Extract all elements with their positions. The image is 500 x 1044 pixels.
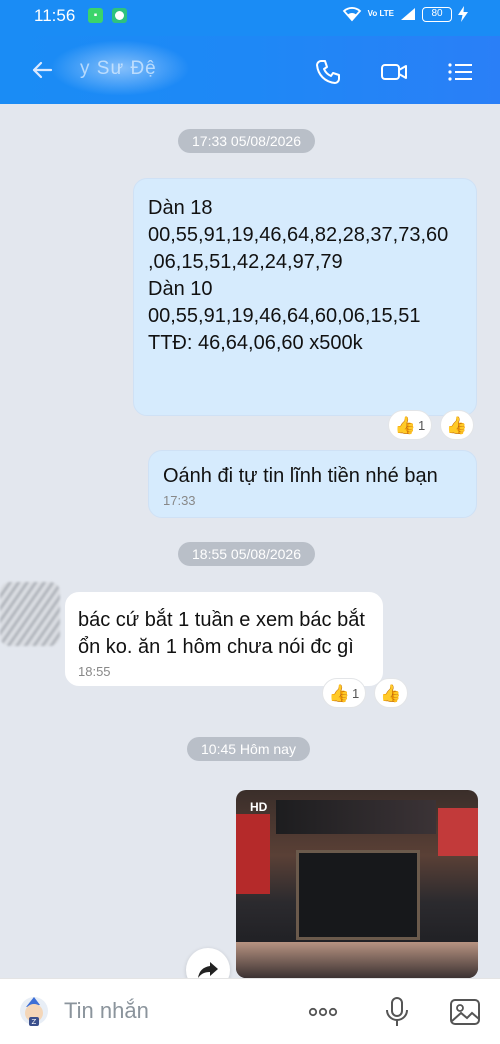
photo-detail xyxy=(276,800,436,834)
status-bar: 11:56 ▪ Vo LTE 80 xyxy=(0,0,500,36)
message-text: Oánh đi tự tin lĩnh tiền nhé bạn xyxy=(163,465,438,487)
hd-badge: HD xyxy=(250,800,268,814)
wifi-icon xyxy=(342,7,361,22)
message-input[interactable] xyxy=(64,995,264,1027)
photo-message[interactable]: HD xyxy=(236,790,478,978)
date-separator: 18:55 05/08/2026 xyxy=(178,542,315,566)
date-separator: 10:45 Hôm nay xyxy=(187,737,310,761)
network-label: Vo LTE xyxy=(367,9,394,18)
video-call-icon[interactable] xyxy=(380,58,408,86)
message-line: Dàn 10 xyxy=(148,278,213,300)
sticker-icon[interactable]: Z xyxy=(16,993,52,1029)
signal-icon xyxy=(401,8,415,20)
photo-detail xyxy=(236,942,478,978)
avatar[interactable] xyxy=(0,582,60,646)
reaction-count: 1 xyxy=(351,685,360,701)
reaction-summary[interactable]: 👍 1 xyxy=(322,678,366,708)
message-time: 18:55 xyxy=(78,664,111,679)
message-line: ,06,15,51,42,24,97,79 xyxy=(148,251,343,273)
message-line: 00,55,91,19,46,64,82,28,37,73,60 xyxy=(148,224,449,246)
message-input-bar: Z xyxy=(0,978,500,1044)
reaction-summary[interactable]: 👍 1 xyxy=(388,410,432,440)
status-indicators: Vo LTE 80 xyxy=(342,6,468,22)
share-arrow-icon xyxy=(198,962,218,978)
photo-detail xyxy=(236,814,270,894)
more-options-icon[interactable] xyxy=(306,995,340,1029)
thumbs-up-icon: 👍 xyxy=(328,683,350,703)
message-line: 00,55,91,19,46,64,60,06,15,51 xyxy=(148,305,421,327)
battery-indicator: 80 xyxy=(422,6,452,22)
message-line: Dàn 18 xyxy=(148,197,213,219)
reaction-count: 1 xyxy=(417,417,426,433)
back-arrow-icon[interactable] xyxy=(30,58,54,82)
menu-list-icon[interactable] xyxy=(446,58,474,86)
message-line: TTĐ: 46,64,06,60 x500k xyxy=(148,332,363,354)
photo-detail xyxy=(296,850,420,940)
message-bubble-outgoing[interactable]: Oánh đi tự tin lĩnh tiền nhé bạn 17:33 xyxy=(148,450,477,518)
message-bubble-incoming[interactable]: bác cứ bắt 1 tuần e xem bác bắt ổn ko. ă… xyxy=(65,592,383,686)
message-line: ổn ko. ăn 1 hôm chưa nói đc gì xyxy=(78,636,354,658)
gallery-icon[interactable] xyxy=(448,995,482,1029)
date-separator: 17:33 05/08/2026 xyxy=(178,129,315,153)
thumbs-up-icon: 👍 xyxy=(446,415,468,435)
photo-detail xyxy=(438,808,478,856)
message-bubble-outgoing[interactable]: Dàn 18 00,55,91,19,46,64,82,28,37,73,60 … xyxy=(133,178,477,416)
chat-app-icon xyxy=(112,8,127,23)
status-time: 11:56 xyxy=(34,6,76,25)
message-time: 17:33 xyxy=(163,493,196,508)
charging-bolt-icon xyxy=(458,6,468,22)
thumbs-up-icon: 👍 xyxy=(394,415,416,435)
message-line: bác cứ bắt 1 tuần e xem bác bắt xyxy=(78,609,365,631)
thumbs-up-icon: 👍 xyxy=(380,683,402,703)
contact-name[interactable]: y Sư Đệ xyxy=(80,58,157,80)
microphone-icon[interactable] xyxy=(380,995,414,1029)
wallet-app-icon: ▪ xyxy=(88,8,103,23)
svg-text:Z: Z xyxy=(32,1018,37,1026)
phone-icon[interactable] xyxy=(314,58,342,86)
add-reaction-button[interactable]: 👍 xyxy=(440,410,474,440)
add-reaction-button[interactable]: 👍 xyxy=(374,678,408,708)
chat-header: y Sư Đệ xyxy=(0,36,500,104)
